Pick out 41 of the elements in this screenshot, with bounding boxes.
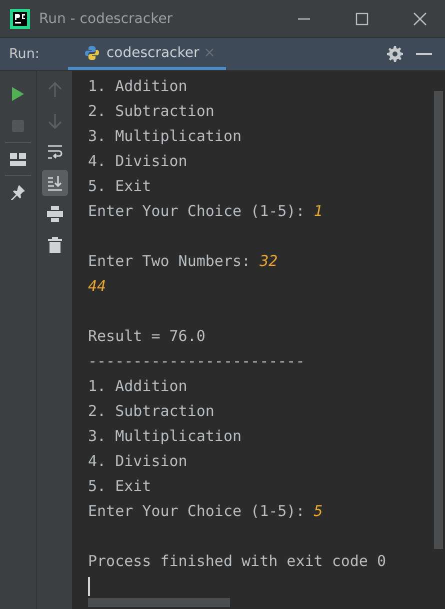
vertical-scrollbar[interactable]: [434, 91, 443, 549]
down-arrow-icon: [48, 113, 62, 129]
horizontal-scrollbar[interactable]: [88, 598, 230, 607]
typed-text: 5: [314, 502, 323, 520]
output-line: 3. Multiplication: [88, 126, 243, 147]
output-line: 4. Division: [88, 151, 188, 172]
typed-text: 44: [88, 277, 106, 295]
run-icon[interactable]: [11, 86, 25, 102]
maximize-icon[interactable]: [354, 10, 370, 26]
typed-text: 1: [314, 202, 323, 220]
wrap-icon: [46, 144, 62, 160]
run-label: Run:: [8, 46, 40, 62]
printer-icon: [46, 206, 62, 222]
output-line: 1. Addition: [88, 376, 188, 397]
prompt-text: Enter Your Choice (1-5):: [88, 202, 306, 220]
toolbar-button[interactable]: [42, 170, 68, 196]
text-cursor: [88, 577, 90, 596]
output-line: Result = 76.0: [88, 326, 206, 347]
settings-icon[interactable]: [387, 46, 403, 62]
output-line: Process finished with exit code 0: [88, 551, 388, 572]
output-line: 5. Exit: [88, 476, 152, 497]
typed-text: 32: [260, 252, 278, 270]
window-title: Run - codescracker: [39, 10, 173, 26]
close-icon[interactable]: [412, 10, 428, 26]
output-line: 4. Division: [88, 451, 188, 472]
output-line: ------------------------: [88, 351, 306, 372]
prompt-text: Enter Your Choice (1-5):: [88, 502, 306, 520]
output-line: 1. Addition: [88, 76, 188, 97]
prompt-text: Enter Two Numbers:: [88, 252, 252, 270]
trash-icon: [48, 237, 62, 253]
python-icon: [84, 44, 100, 60]
app-logo-icon: [10, 8, 30, 28]
up-arrow-icon: [48, 82, 62, 98]
output-line: 2. Subtraction: [88, 101, 216, 122]
pin-icon[interactable]: [10, 184, 26, 200]
layout-icon[interactable]: [10, 152, 26, 166]
scroll-to-end-icon: [46, 175, 62, 191]
output-line: 5. Exit: [88, 176, 152, 197]
output-line: 2. Subtraction: [88, 401, 216, 422]
output-line: 3. Multiplication: [88, 426, 243, 447]
minimize-icon[interactable]: [416, 52, 432, 56]
